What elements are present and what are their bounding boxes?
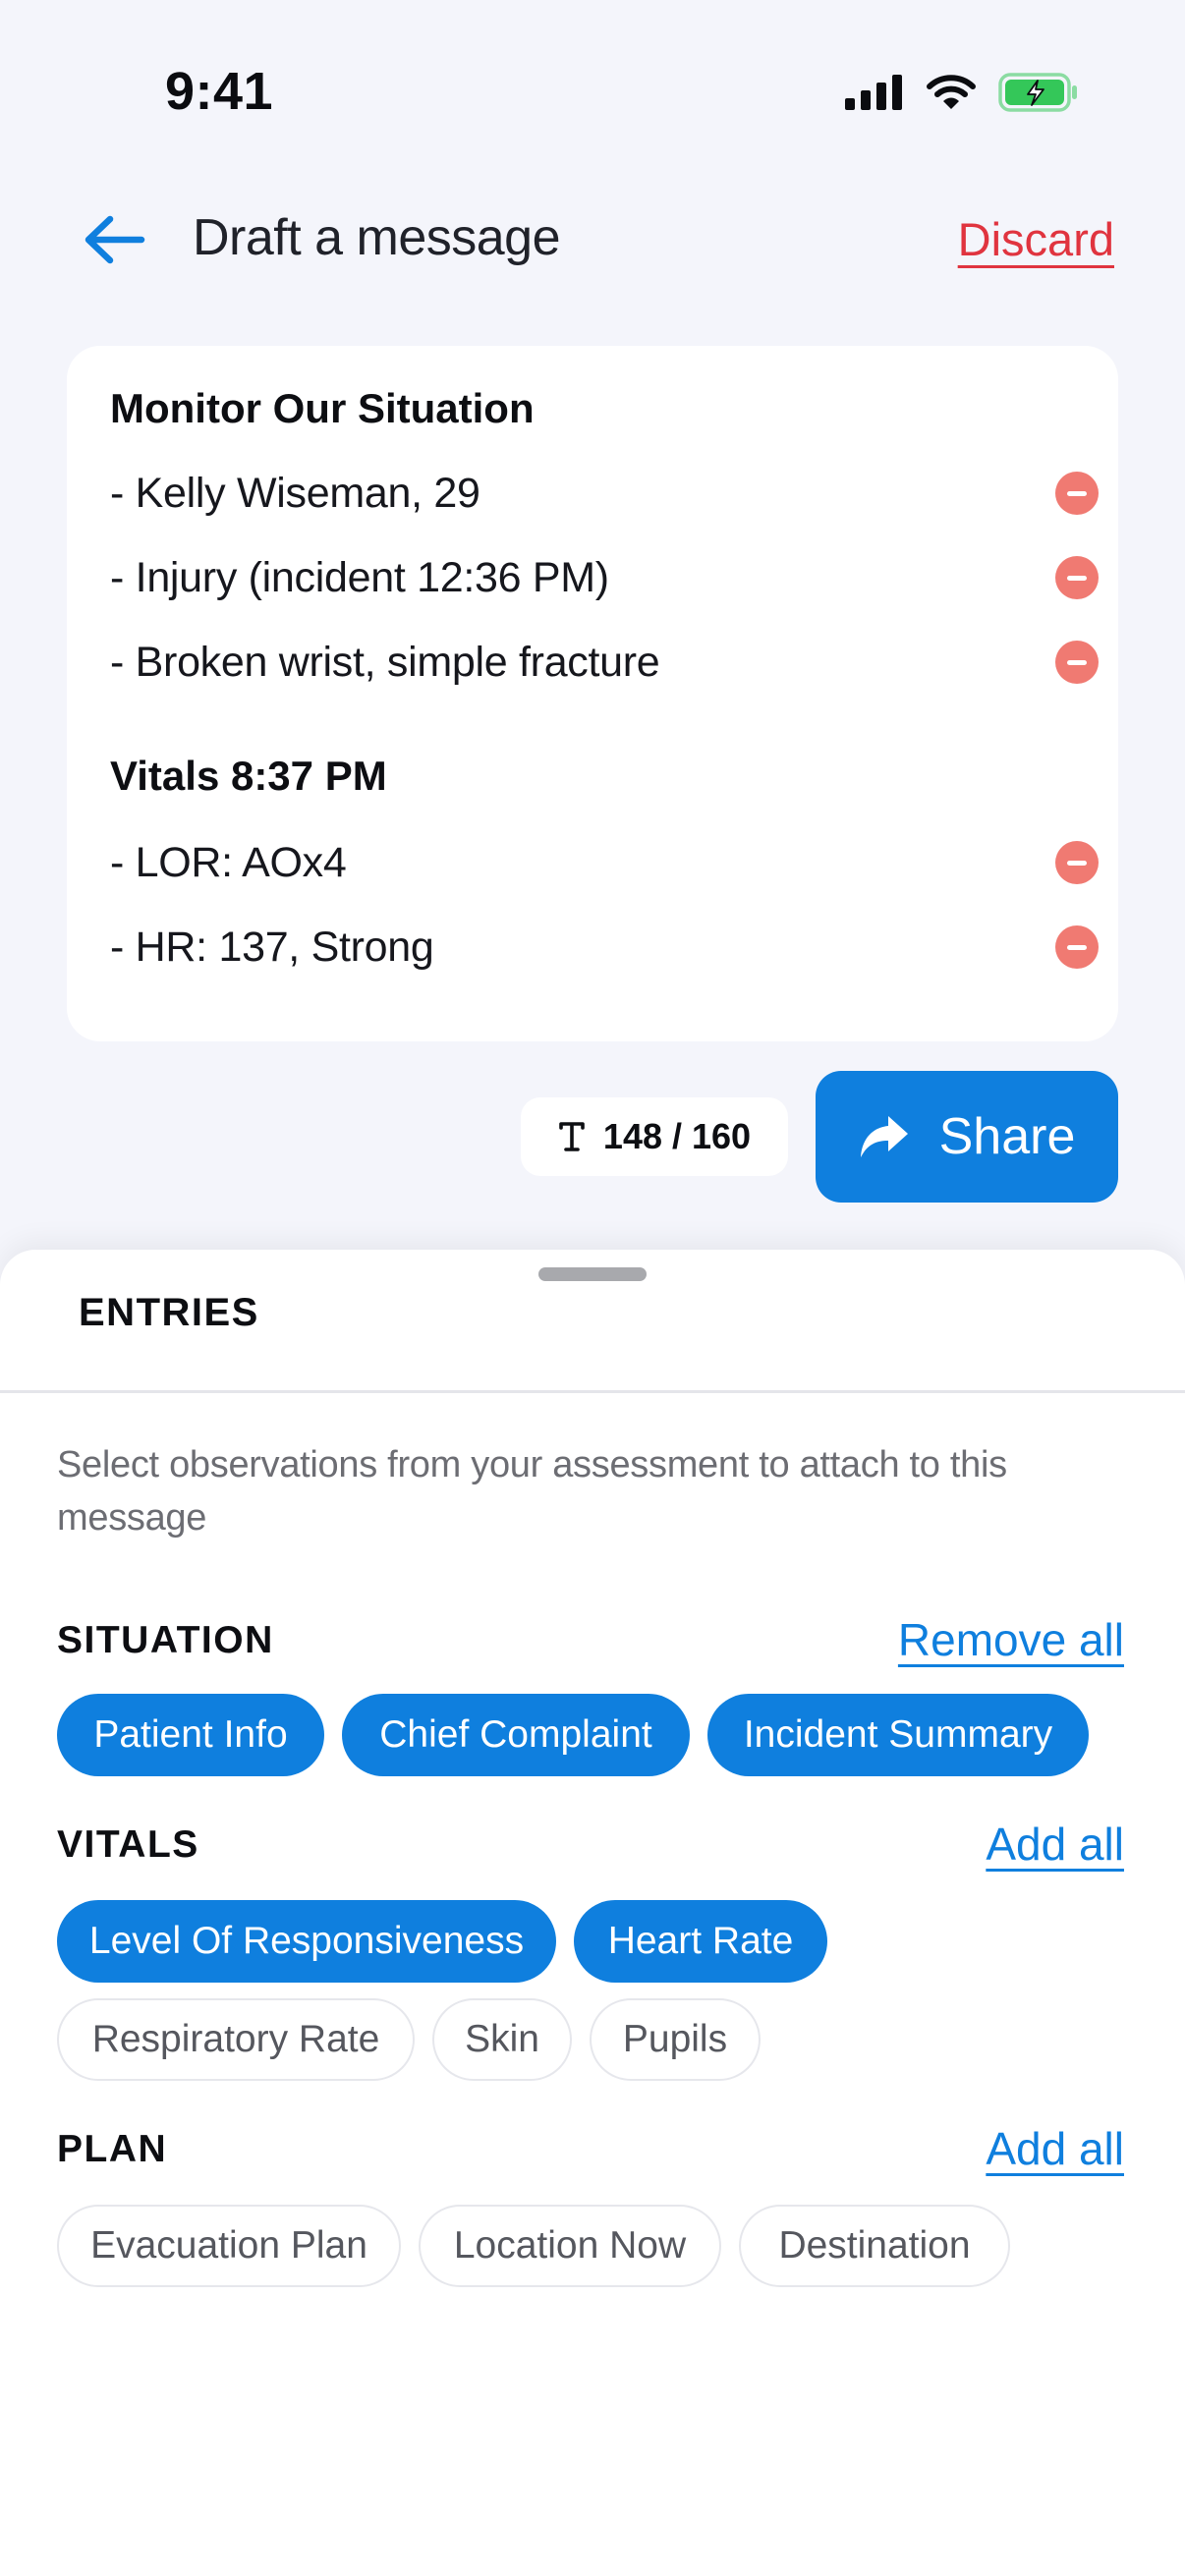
sheet-title: ENTRIES <box>79 1291 259 1334</box>
remove-line-button[interactable] <box>1055 925 1099 969</box>
minus-circle-icon <box>1067 944 1087 950</box>
chip-pupils[interactable]: Pupils <box>590 1998 761 2081</box>
remove-line-button[interactable] <box>1055 472 1099 515</box>
arrow-left-icon <box>85 215 145 264</box>
minus-circle-icon <box>1067 860 1087 866</box>
message-line-text: - Injury (incident 12:36 PM) <box>110 554 609 601</box>
sheet-description: Select observations from your assessment… <box>57 1444 1007 1539</box>
chip-level-of-responsiveness[interactable]: Level Of Responsiveness <box>57 1900 556 1983</box>
entries-sheet: ENTRIES Select observations from your as… <box>0 1250 1185 2576</box>
minus-circle-icon <box>1067 490 1087 496</box>
sheet-drag-handle[interactable] <box>538 1267 647 1281</box>
message-line: - Kelly Wiseman, 29 <box>110 464 1099 523</box>
situation-remove-all-button[interactable]: Remove all <box>898 1613 1124 1666</box>
character-counter: 148 / 160 <box>521 1097 788 1176</box>
minus-circle-icon <box>1067 659 1087 665</box>
message-line-text: - Broken wrist, simple fracture <box>110 639 660 686</box>
chip-evacuation-plan[interactable]: Evacuation Plan <box>57 2205 401 2287</box>
discard-button[interactable]: Discard <box>958 212 1114 266</box>
chip-respiratory-rate[interactable]: Respiratory Rate <box>57 1998 415 2081</box>
message-preview-card: Monitor Our Situation - Kelly Wiseman, 2… <box>67 346 1118 1041</box>
status-icons <box>845 73 1079 112</box>
plan-add-all-button[interactable]: Add all <box>986 2122 1124 2175</box>
message-line-text: - LOR: AOx4 <box>110 839 347 886</box>
share-arrow-icon <box>860 1116 908 1157</box>
message-line-text: - Kelly Wiseman, 29 <box>110 470 480 517</box>
cellular-signal-icon <box>845 75 902 110</box>
message-line: - Broken wrist, simple fracture <box>110 633 1099 692</box>
remove-line-button[interactable] <box>1055 841 1099 884</box>
status-bar: 9:41 <box>0 0 1185 187</box>
section-title-plan: PLAN <box>57 2128 168 2170</box>
text-size-icon <box>559 1122 585 1151</box>
chip-destination[interactable]: Destination <box>739 2205 1010 2287</box>
message-line: - LOR: AOx4 <box>110 833 1099 892</box>
page-title: Draft a message <box>193 209 561 266</box>
message-section-heading: Monitor Our Situation <box>110 385 535 431</box>
section-title-situation: SITUATION <box>57 1619 274 1661</box>
status-time: 9:41 <box>165 62 274 121</box>
battery-charging-icon <box>998 73 1077 112</box>
screen: 9:41 Draft a message Discard Monitor Our… <box>0 0 1185 2576</box>
chip-heart-rate[interactable]: Heart Rate <box>574 1900 827 1983</box>
vitals-add-all-button[interactable]: Add all <box>986 1818 1124 1871</box>
back-button[interactable] <box>77 208 151 271</box>
section-title-vitals: VITALS <box>57 1823 199 1866</box>
minus-circle-icon <box>1067 575 1087 581</box>
remove-line-button[interactable] <box>1055 556 1099 599</box>
header: Draft a message Discard <box>0 187 1185 305</box>
chip-skin[interactable]: Skin <box>432 1998 572 2081</box>
chip-incident-summary[interactable]: Incident Summary <box>707 1694 1089 1776</box>
share-button[interactable]: Share <box>816 1071 1118 1203</box>
divider <box>0 1390 1185 1393</box>
message-line: - HR: 137, Strong <box>110 918 1099 977</box>
share-label: Share <box>938 1108 1076 1165</box>
character-count-text: 148 / 160 <box>602 1116 752 1156</box>
message-line: - Injury (incident 12:36 PM) <box>110 548 1099 607</box>
wifi-icon <box>927 75 976 109</box>
remove-line-button[interactable] <box>1055 641 1099 684</box>
message-line-text: - HR: 137, Strong <box>110 924 434 971</box>
chip-chief-complaint[interactable]: Chief Complaint <box>342 1694 690 1776</box>
message-section-heading: Vitals 8:37 PM <box>110 753 387 799</box>
chip-location-now[interactable]: Location Now <box>419 2205 721 2287</box>
chip-patient-info[interactable]: Patient Info <box>57 1694 324 1776</box>
